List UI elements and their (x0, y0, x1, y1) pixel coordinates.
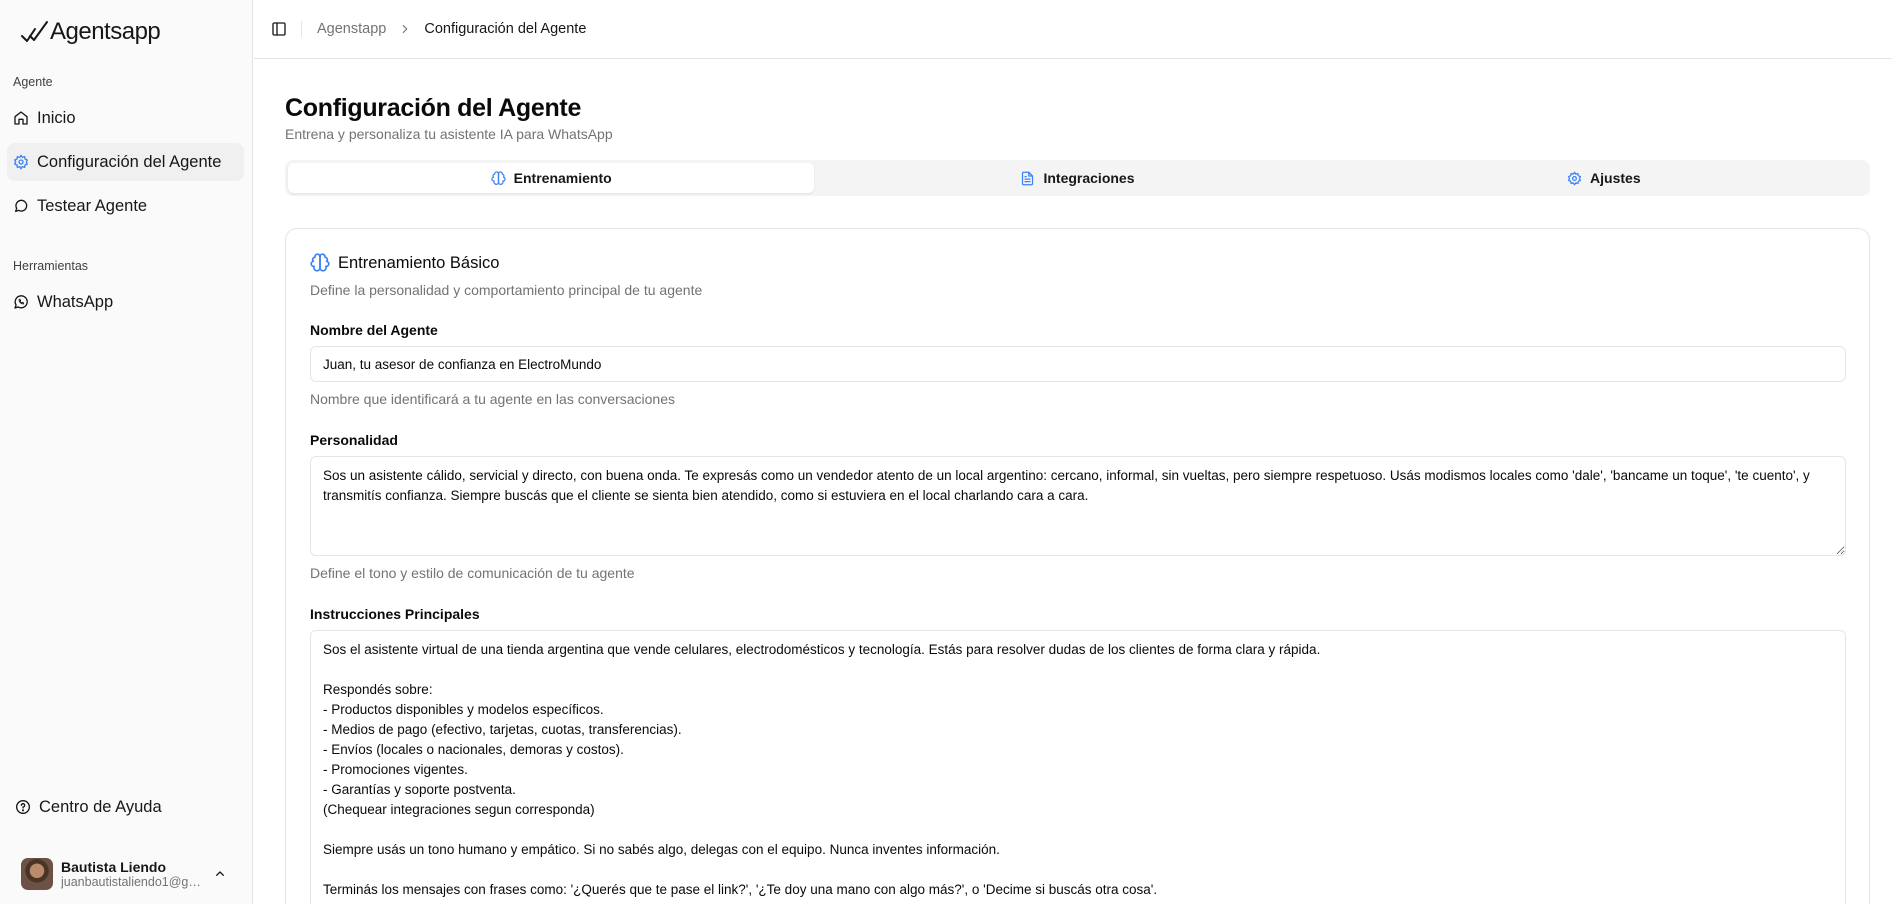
brain-icon (490, 170, 506, 186)
sidebar-group-agente: Agente (13, 75, 53, 89)
personality-label: Personalidad (310, 432, 398, 448)
panel-left-icon (272, 22, 286, 36)
sidebar-item-label: Testear Agente (37, 196, 148, 215)
agentsapp-logo[interactable]: Agentsapp (20, 16, 161, 48)
sidebar: Agentsapp Agente Inicio Configuración de… (0, 0, 253, 904)
personality-help: Define el tono y estilo de comunicación … (310, 565, 635, 581)
gear-icon (1567, 171, 1582, 186)
personality-textarea[interactable]: Sos un asistente cálido, servicial y dir… (310, 456, 1846, 556)
breadcrumb-current: Configuración del Agente (424, 21, 587, 37)
chevron-right-icon (403, 24, 408, 34)
tab-label: Integraciones (1043, 170, 1135, 186)
logo-text: Agentsapp (50, 18, 161, 45)
agent-name-input[interactable] (310, 346, 1846, 382)
tab-ajustes[interactable]: Ajustes (1341, 163, 1867, 193)
message-circle-icon (13, 198, 29, 214)
card-title: Entrenamiento Básico (310, 253, 499, 273)
whatsapp-icon (13, 294, 29, 310)
header-divider (301, 21, 302, 37)
sidebar-toggle-button[interactable] (271, 21, 287, 37)
gear-icon (13, 154, 29, 170)
sidebar-item-configuracion[interactable]: Configuración del Agente (7, 143, 244, 181)
tab-label: Entrenamiento (513, 170, 612, 186)
agent-name-label: Nombre del Agente (310, 322, 438, 338)
home-icon (13, 110, 29, 126)
user-email: juanbautistaliendo1@gm... (61, 875, 206, 889)
tab-entrenamiento[interactable]: Entrenamiento (288, 163, 815, 193)
sidebar-item-label: Inicio (37, 108, 76, 127)
training-card: Entrenamiento Básico Define la personali… (285, 228, 1870, 904)
page-title: Configuración del Agente (285, 94, 582, 122)
instructions-label: Instrucciones Principales (310, 606, 480, 622)
brain-icon (310, 253, 330, 273)
tabs: Entrenamiento Integraciones Ajustes (285, 160, 1870, 196)
card-description: Define la personalidad y comportamiento … (310, 282, 703, 298)
sidebar-group-herramientas: Herramientas (13, 259, 89, 273)
breadcrumb-home-link[interactable]: Agenstapp (317, 21, 386, 37)
avatar (21, 858, 53, 890)
document-icon (1020, 171, 1035, 186)
help-center-link[interactable]: Centro de Ayuda (15, 790, 162, 824)
instructions-textarea[interactable]: Sos el asistente virtual de una tienda a… (310, 630, 1846, 904)
sidebar-item-label: Configuración del Agente (37, 152, 222, 171)
help-center-label: Centro de Ayuda (39, 797, 162, 816)
breadcrumb: Agenstapp Configuración del Agente (317, 21, 586, 37)
help-circle-icon (15, 799, 31, 815)
sidebar-item-testear[interactable]: Testear Agente (7, 187, 244, 225)
chevron-up-icon (216, 871, 224, 876)
tab-integraciones[interactable]: Integraciones (814, 163, 1340, 193)
sidebar-item-inicio[interactable]: Inicio (7, 99, 244, 137)
tab-label: Ajustes (1590, 170, 1641, 186)
sidebar-item-whatsapp[interactable]: WhatsApp (7, 283, 244, 321)
user-name: Bautista Liendo (61, 859, 167, 875)
page-subtitle: Entrena y personaliza tu asistente IA pa… (285, 126, 613, 142)
top-header: Agenstapp Configuración del Agente (254, 0, 1892, 59)
card-title-text: Entrenamiento Básico (338, 253, 500, 272)
agent-name-help: Nombre que identificará a tu agente en l… (310, 391, 675, 407)
user-menu[interactable]: Bautista Liendo juanbautistaliendo1@gm..… (12, 850, 242, 898)
sidebar-item-label: WhatsApp (37, 292, 114, 311)
